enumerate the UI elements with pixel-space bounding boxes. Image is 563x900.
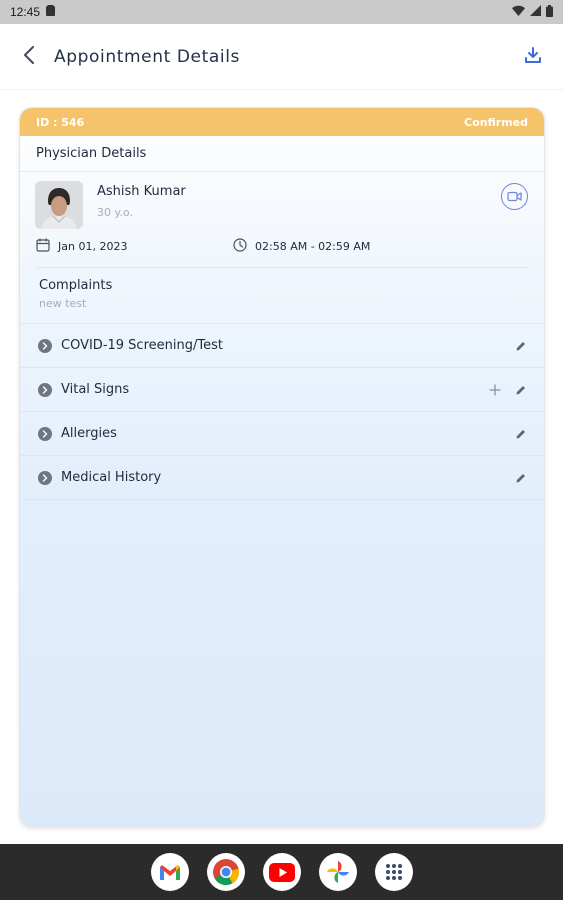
battery-icon [546,4,553,20]
back-button[interactable] [18,45,40,68]
physician-name: Ashish Kumar [97,184,186,199]
gmail-icon[interactable] [150,853,189,891]
complaints-title: Complaints [39,278,113,293]
card-header: ID : 546 Confirmed [20,108,544,136]
section-actions [488,383,528,397]
section-vital-signs[interactable]: Vital Signs [20,368,544,412]
avatar [35,181,83,229]
chevron-right-icon [38,470,52,485]
appointment-id: ID : 546 [36,115,85,129]
edit-icon[interactable] [514,471,528,485]
appointment-date: Jan 01, 2023 [36,238,127,255]
download-icon [524,46,542,68]
video-camera-icon [507,187,522,206]
section-label: Allergies [61,426,117,441]
status-badge: Confirmed [464,115,528,129]
status-right [512,4,553,20]
calendar-icon [36,238,50,255]
chevron-right-icon [38,426,52,441]
physician-age: 30 y.o. [97,206,133,219]
appointment-card: ID : 546 Confirmed Physician Details Ash… [20,108,544,826]
plus-icon[interactable] [488,383,502,397]
date-text: Jan 01, 2023 [58,240,128,253]
physician-info: Ashish Kumar 30 y.o. Jan 01, 2023 02:58 … [20,172,544,268]
app-drawer-icon[interactable] [374,853,413,891]
chevron-right-icon [38,338,52,353]
section-actions [514,427,528,441]
section-label: Vital Signs [61,382,130,397]
section-covid-screening[interactable]: COVID-19 Screening/Test [20,324,544,368]
page-title: Appointment Details [54,46,240,67]
edit-icon[interactable] [514,383,528,397]
back-arrow-icon [23,45,35,68]
section-label: Medical History [61,470,162,485]
wifi-icon [512,5,525,19]
time-text: 02:58 AM - 02:59 AM [255,240,371,253]
download-button[interactable] [521,45,545,69]
section-allergies[interactable]: Allergies [20,412,544,456]
youtube-icon[interactable] [262,853,301,891]
section-actions [514,339,528,353]
sim-card-icon [46,5,56,19]
status-left: 12:45 [10,5,56,19]
complaints-section: Complaints new test [20,268,544,324]
edit-icon[interactable] [514,339,528,353]
system-dock [0,844,563,900]
appointment-time: 02:58 AM - 02:59 AM [233,238,370,255]
section-label: COVID-19 Screening/Test [61,338,223,353]
edit-icon[interactable] [514,427,528,441]
video-call-button[interactable] [501,183,528,210]
app-bar: Appointment Details [0,24,563,90]
physician-divider [36,267,528,268]
section-actions [514,471,528,485]
physician-details-title: Physician Details [20,136,544,172]
chevron-right-icon [38,382,52,397]
clock-icon [233,238,247,255]
signal-icon [530,5,541,19]
chrome-icon[interactable] [206,853,245,891]
section-medical-history[interactable]: Medical History [20,456,544,500]
photos-icon[interactable] [318,853,357,891]
complaints-text: new test [39,297,87,310]
status-time: 12:45 [10,5,41,19]
status-bar: 12:45 [0,0,563,24]
